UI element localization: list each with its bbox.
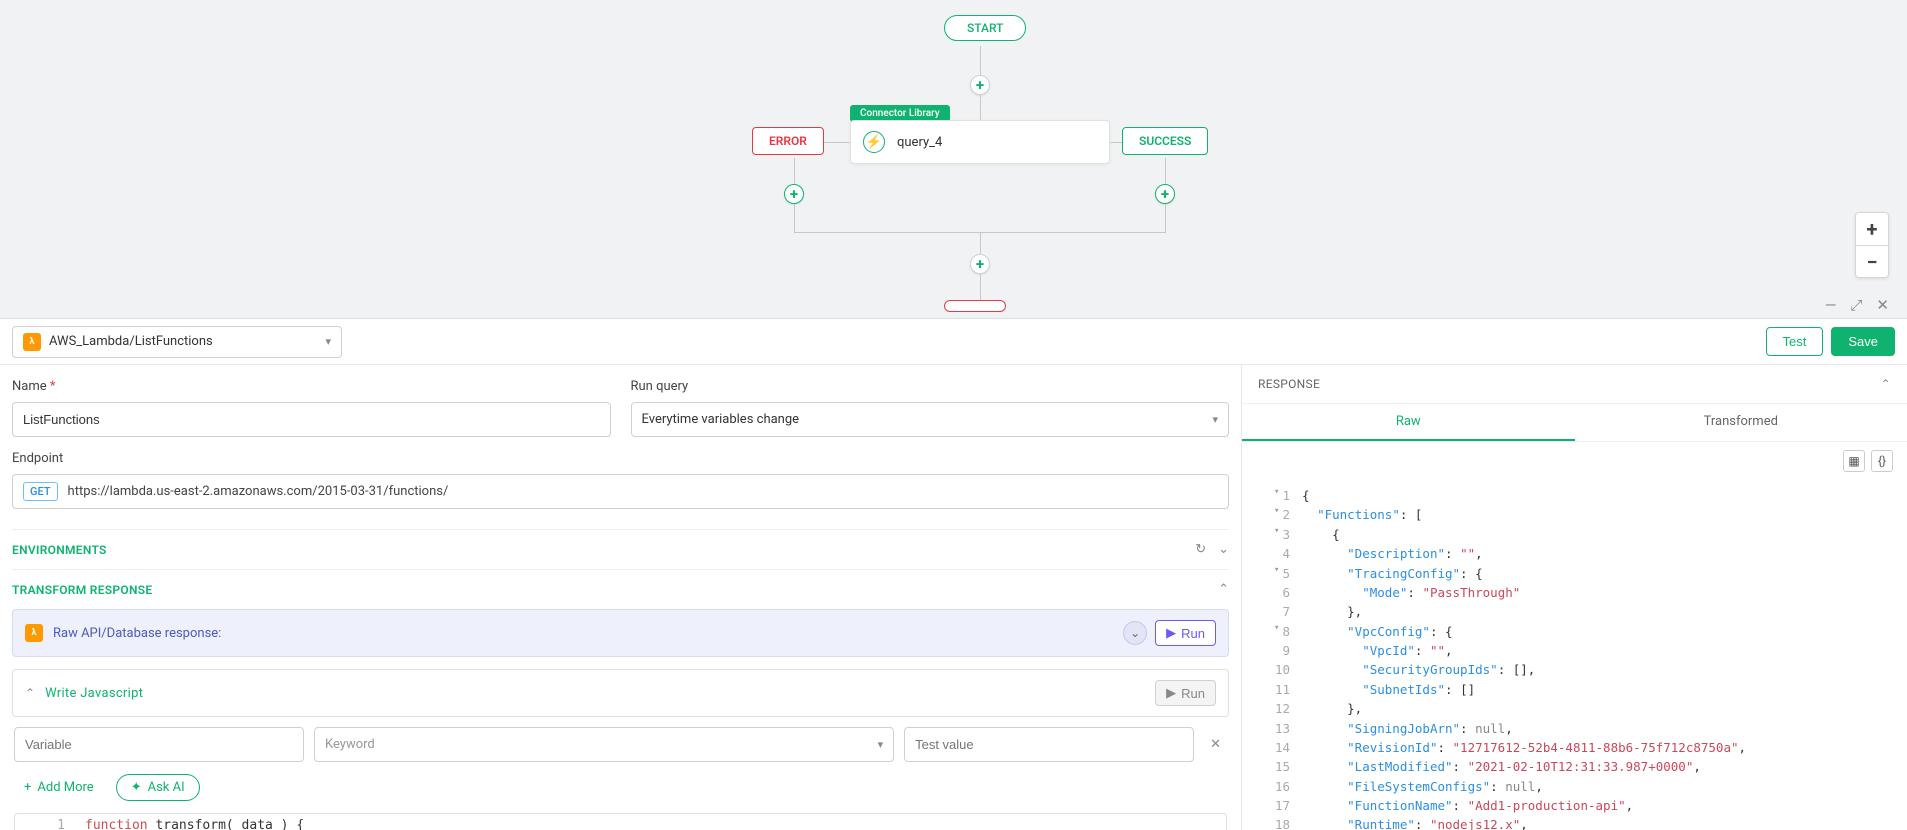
http-method-badge: GET <box>23 482 58 501</box>
query-node-label: query_4 <box>897 135 942 150</box>
refresh-icon[interactable]: ↻ <box>1195 542 1206 557</box>
run-query-label: Run query <box>631 379 1230 394</box>
expand-icon[interactable]: ⤢ <box>1850 296 1862 314</box>
response-title: RESPONSE <box>1258 377 1320 391</box>
zoom-in-button[interactable]: + <box>1856 213 1888 245</box>
connector-line <box>980 274 981 300</box>
chevron-down-icon: ▾ <box>325 335 331 348</box>
response-pane: RESPONSE ⌃ Raw Transformed ▦ {} ▾1{▾2 "F… <box>1242 365 1907 830</box>
run-button[interactable]: ▶ Run <box>1155 620 1216 646</box>
write-js-label: Write Javascript <box>45 686 143 701</box>
error-node[interactable]: ERROR <box>752 127 824 155</box>
aws-lambda-icon: λ <box>25 624 43 642</box>
tab-raw[interactable]: Raw <box>1242 404 1575 441</box>
connector-line <box>794 204 795 232</box>
connector-line <box>1165 204 1166 232</box>
flow-canvas[interactable]: START + Connector Library ⚡ query_4 ERRO… <box>0 0 1907 318</box>
code-editor-line[interactable]: 1function transform( data ) { <box>15 814 1226 830</box>
chevron-down-icon: ▾ <box>878 738 884 751</box>
chevron-down-icon[interactable]: ⌄ <box>1218 542 1229 557</box>
aws-lambda-icon: λ <box>23 333 41 351</box>
connector-line <box>980 95 981 120</box>
add-node-button[interactable]: + <box>970 254 990 274</box>
zoom-controls: + − <box>1855 212 1889 278</box>
environments-title: ENVIRONMENTS <box>12 543 107 557</box>
transform-section[interactable]: TRANSFORM RESPONSE ⌃ <box>12 569 1229 609</box>
connector-select-label: AWS_Lambda/ListFunctions <box>49 334 213 349</box>
chevron-up-icon: ⌃ <box>25 686 35 700</box>
run-button-disabled: ▶ Run <box>1155 680 1216 706</box>
endpoint-label: Endpoint <box>12 451 1229 466</box>
connector-line <box>1165 158 1166 185</box>
json-viewer[interactable]: ▾1{▾2 "Functions": [▾3 {4 "Description":… <box>1242 480 1907 830</box>
ask-ai-button[interactable]: ✦ Ask AI <box>116 774 200 801</box>
tab-transformed[interactable]: Transformed <box>1575 404 1907 441</box>
response-header[interactable]: RESPONSE ⌃ <box>1242 365 1907 404</box>
name-input[interactable] <box>12 402 611 437</box>
environments-section[interactable]: ENVIRONMENTS ↻ ⌄ <box>12 529 1229 569</box>
success-node[interactable]: SUCCESS <box>1122 127 1208 155</box>
connector-select[interactable]: λ AWS_Lambda/ListFunctions ▾ <box>12 326 342 358</box>
expand-chevron-icon[interactable]: ⌄ <box>1123 621 1147 645</box>
remove-row-icon[interactable]: ✕ <box>1204 737 1227 752</box>
keyword-placeholder: Keyword <box>325 737 375 752</box>
endpoint-url: https://lambda.us-east-2.amazonaws.com/2… <box>68 484 449 499</box>
config-pane: Name * Run query Everytime variables cha… <box>0 365 1242 830</box>
end-node-partial <box>944 300 1006 312</box>
table-view-icon[interactable]: ▦ <box>1843 450 1865 472</box>
close-icon[interactable]: ✕ <box>1876 296 1889 314</box>
minimize-icon[interactable]: — <box>1825 296 1837 314</box>
keyword-select[interactable]: Keyword ▾ <box>314 727 894 762</box>
editor-panel: λ AWS_Lambda/ListFunctions ▾ Test Save N… <box>0 318 1907 830</box>
endpoint-field[interactable]: GET https://lambda.us-east-2.amazonaws.c… <box>12 474 1229 509</box>
response-tabs: Raw Transformed <box>1242 404 1907 442</box>
run-query-select[interactable]: Everytime variables change ▾ <box>631 402 1230 437</box>
start-node[interactable]: START <box>944 15 1026 41</box>
connector-line <box>980 46 981 76</box>
add-node-button[interactable]: + <box>784 184 804 204</box>
chevron-up-icon[interactable]: ⌃ <box>1218 582 1229 597</box>
name-label: Name * <box>12 379 611 394</box>
test-button[interactable]: Test <box>1766 327 1824 356</box>
raw-response-row: λ Raw API/Database response: ⌄ ▶ Run <box>12 609 1229 657</box>
chevron-up-icon[interactable]: ⌃ <box>1881 377 1891 391</box>
zoom-out-button[interactable]: − <box>1856 245 1888 277</box>
write-js-row[interactable]: ⌃ Write Javascript ▶ Run <box>12 669 1229 717</box>
save-button[interactable]: Save <box>1831 327 1895 356</box>
test-value-input[interactable] <box>904 727 1194 762</box>
query-node[interactable]: ⚡ query_4 <box>850 120 1110 164</box>
connector-line <box>794 158 795 185</box>
connector-line <box>1110 142 1122 143</box>
run-query-value: Everytime variables change <box>642 412 800 427</box>
connector-icon: ⚡ <box>863 131 885 153</box>
add-node-button[interactable]: + <box>970 75 990 95</box>
chevron-down-icon: ▾ <box>1212 413 1218 426</box>
variable-input[interactable] <box>14 727 304 762</box>
variable-row: Keyword ▾ ✕ <box>12 727 1229 762</box>
panel-header: λ AWS_Lambda/ListFunctions ▾ Test Save <box>0 319 1907 365</box>
add-more-button[interactable]: + Add More <box>14 774 104 801</box>
connector-line <box>980 232 981 254</box>
raw-response-label: Raw API/Database response: <box>53 626 221 641</box>
json-view-icon[interactable]: {} <box>1871 450 1893 472</box>
panel-window-controls: — ⤢ ✕ <box>1825 296 1889 314</box>
add-node-button[interactable]: + <box>1155 184 1175 204</box>
transform-title: TRANSFORM RESPONSE <box>12 583 152 597</box>
